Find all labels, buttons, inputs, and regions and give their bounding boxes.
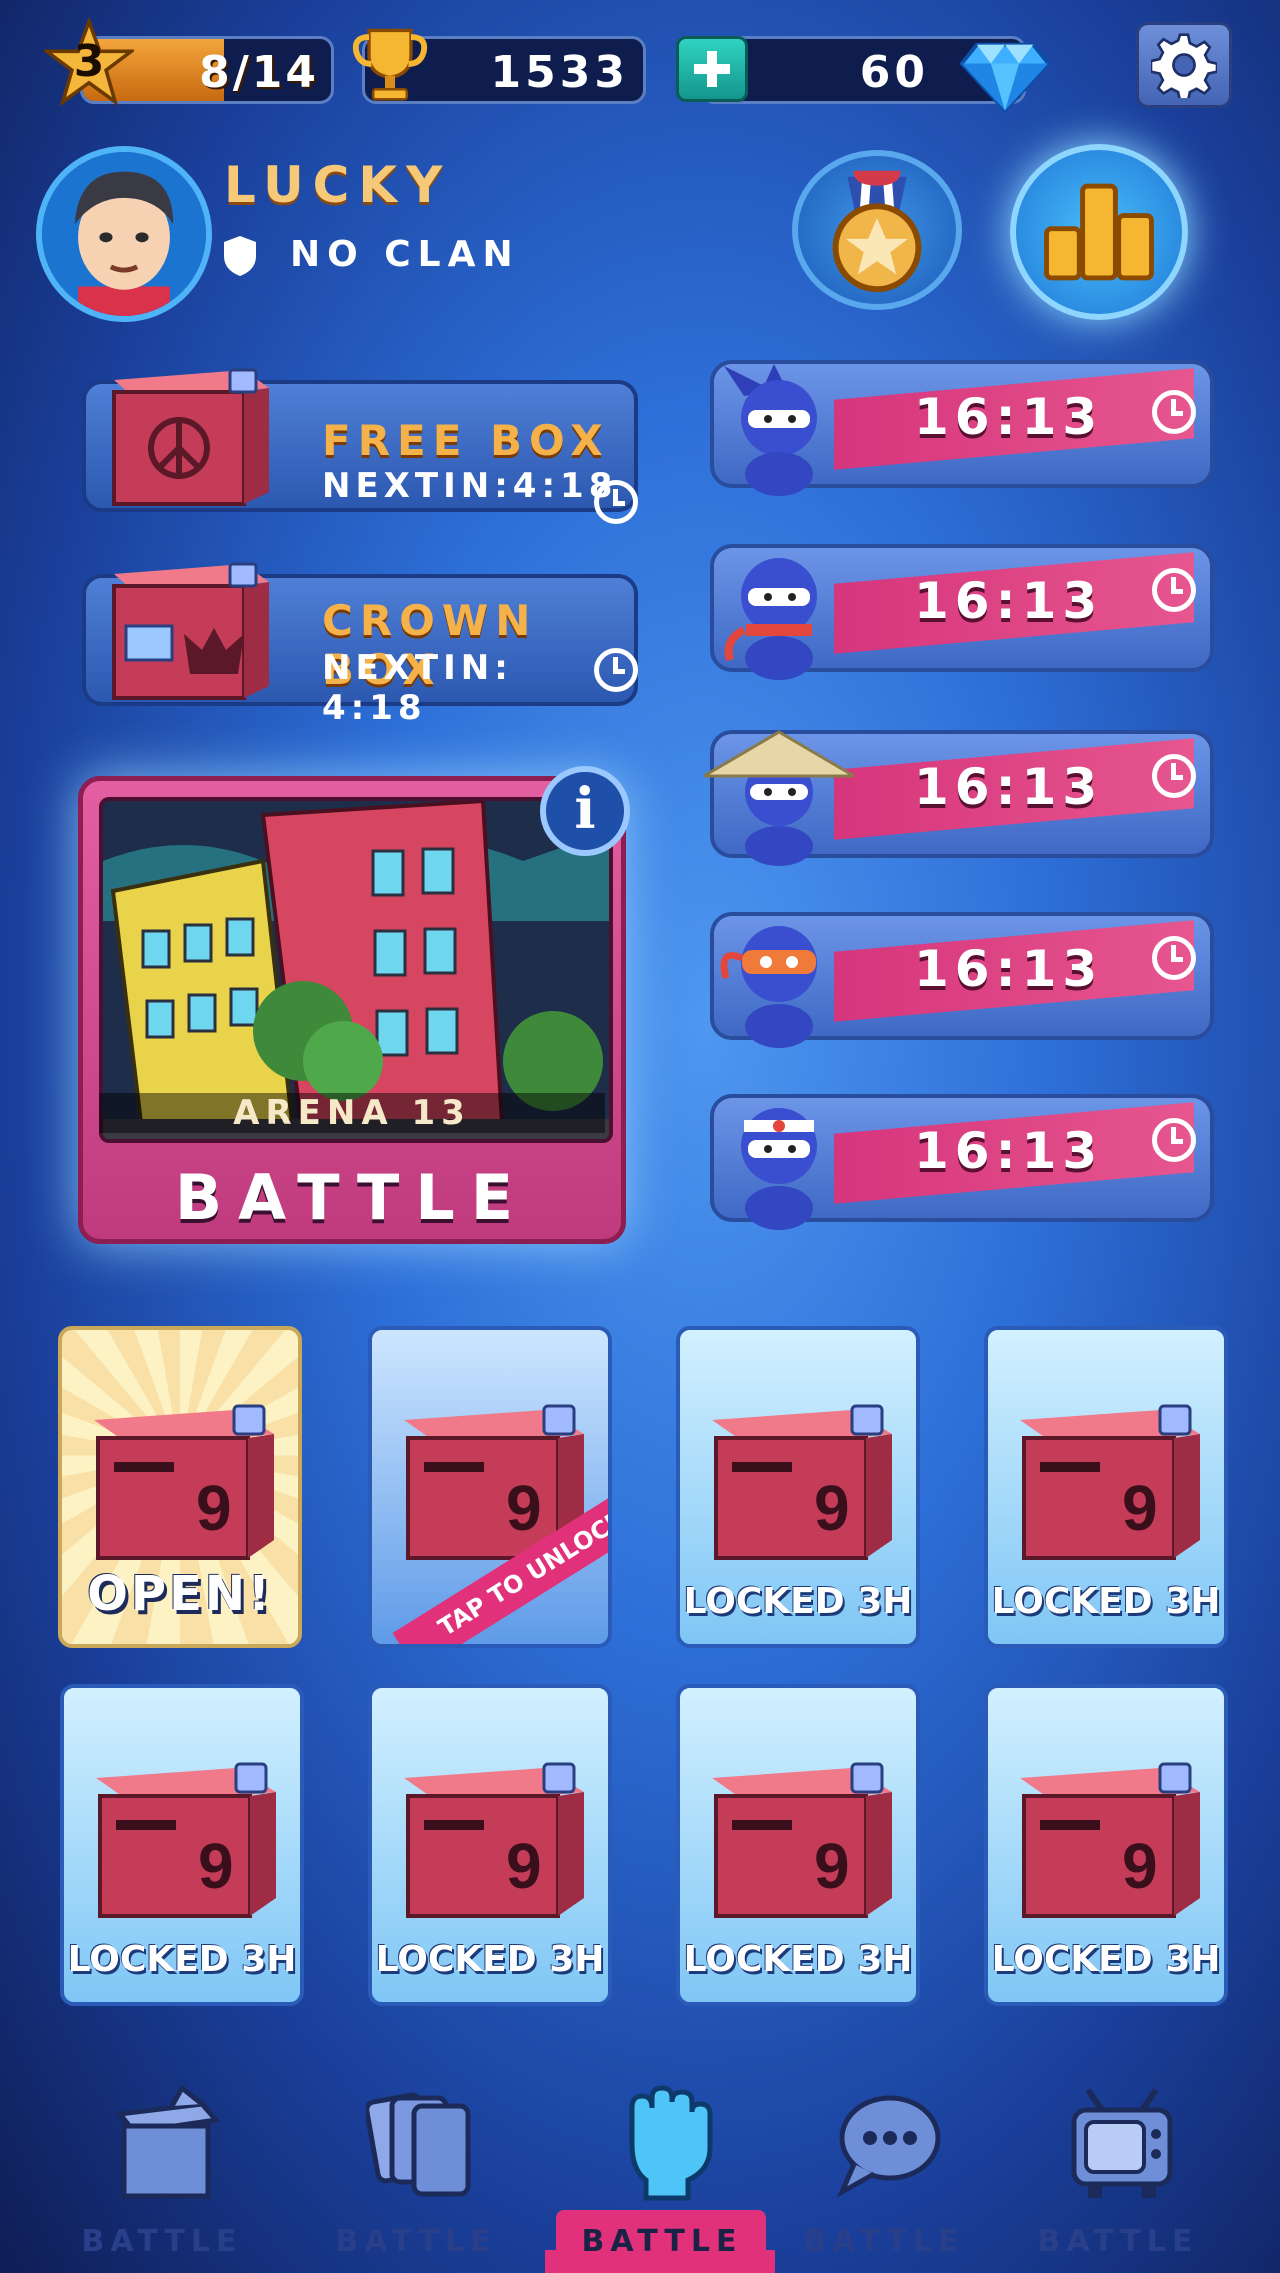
spiky-hair-ninja-icon — [724, 364, 817, 496]
chest-label: LOCKED 3H — [991, 1581, 1221, 1622]
clock-icon — [594, 648, 638, 692]
chest-crate-icon: 9 — [96, 1762, 276, 1918]
clock-icon — [1152, 936, 1196, 980]
chest-label: LOCKED 3H — [683, 1939, 913, 1980]
chest-slot-locked[interactable]: 9 LOCKED 3H — [368, 1684, 612, 2006]
shield-icon — [222, 234, 258, 278]
free-box-icon — [104, 360, 274, 510]
add-gems-button[interactable] — [676, 36, 748, 102]
chest-label: OPEN! — [87, 1566, 273, 1622]
ninja-timer-4[interactable]: 16:13 — [710, 912, 1214, 1048]
red-scarf-ninja-icon — [724, 558, 817, 680]
crown-box-icon — [104, 554, 274, 704]
settings-button[interactable] — [1136, 22, 1232, 108]
chat-icon — [836, 2095, 941, 2198]
chest-crate-icon: 9 — [712, 1404, 892, 1560]
chest-number: 9 — [196, 1472, 232, 1544]
chest-slot-locked[interactable]: 9 LOCKED 3H — [676, 1684, 920, 2006]
chest-label: LOCKED 3H — [67, 1939, 297, 1980]
chest-number: 9 — [198, 1830, 234, 1902]
chest-label: LOCKED 3H — [683, 1581, 913, 1622]
gem-count: 60 — [859, 47, 929, 98]
nav-tab-chat[interactable]: BATTLE — [794, 2076, 974, 2266]
clock-icon — [1152, 568, 1196, 612]
battle-button-label: BATTLE — [174, 1161, 530, 1234]
podium-icon — [1044, 183, 1154, 281]
box-icon — [115, 2084, 220, 2199]
headband-ninja-icon — [741, 1108, 817, 1230]
chest-number: 9 — [506, 1472, 542, 1544]
chest-slot-open[interactable]: 9 OPEN! — [58, 1326, 302, 1648]
player-name: LUCKY — [224, 156, 452, 214]
clock-icon — [1152, 1118, 1196, 1162]
cards-icon — [366, 2092, 471, 2197]
ninja-timer-3[interactable]: 16:13 — [704, 730, 1214, 866]
xp-text: 8/14 — [199, 47, 319, 98]
arena-battle-card[interactable]: ARENA 13 BATTLE — [78, 776, 626, 1244]
ninja-timer-1[interactable]: 16:13 — [710, 360, 1214, 496]
gear-icon — [1149, 33, 1219, 102]
timer-text: 16:13 — [914, 758, 1104, 816]
chest-label: LOCKED 3H — [991, 1939, 1221, 1980]
trophy-icon — [348, 22, 432, 106]
ninja-timer-5[interactable]: 16:13 — [710, 1094, 1214, 1230]
clan-status: NO CLAN — [290, 234, 520, 275]
chest-slot-locked[interactable]: 9 LOCKED 3H — [984, 1684, 1228, 2006]
trophy-count: 1533 — [490, 47, 629, 98]
avatar[interactable] — [36, 146, 212, 322]
crown-box-next: NEXTIN: 4:18 — [322, 648, 513, 728]
chest-slot-tap-to-unlock[interactable]: 9 TAP TO UNLOCK — [368, 1326, 612, 1648]
chest-number: 9 — [814, 1830, 850, 1902]
clock-icon — [594, 480, 638, 524]
free-box-title: FREE BOX — [322, 416, 610, 465]
chest-slot-locked[interactable]: 9 LOCKED 3H — [676, 1326, 920, 1648]
arena-image — [99, 797, 613, 1143]
chest-number: 9 — [1122, 1830, 1158, 1902]
nav-label: BATTLE — [335, 2224, 497, 2259]
info-button[interactable]: i — [540, 766, 630, 856]
chest-crate-icon: 9 — [1020, 1404, 1200, 1560]
nav-tab-tv[interactable]: BATTLE — [1028, 2076, 1208, 2266]
diamond-icon — [958, 24, 1052, 118]
nav-tab-shop[interactable]: BATTLE — [72, 2076, 252, 2266]
chest-slot-locked[interactable]: 9 LOCKED 3H — [984, 1326, 1228, 1648]
orange-band-ninja-icon — [720, 926, 817, 1048]
nav-label: BATTLE — [81, 2224, 243, 2259]
tv-icon — [1071, 2088, 1173, 2198]
timer-text: 16:13 — [914, 940, 1104, 998]
chest-number: 9 — [1122, 1472, 1158, 1544]
free-box-next: NEXTIN:4:18 — [322, 466, 618, 506]
medal-icon — [832, 170, 922, 293]
chest-crate-icon: 9 — [404, 1762, 584, 1918]
leaderboard-button[interactable] — [1010, 144, 1188, 320]
timer-text: 16:13 — [914, 1122, 1104, 1180]
clock-icon — [1152, 754, 1196, 798]
timer-text: 16:13 — [914, 572, 1104, 630]
chest-slot-locked[interactable]: 9 LOCKED 3H — [60, 1684, 304, 2006]
ninja-timer-2[interactable]: 16:13 — [710, 544, 1214, 680]
level-number: 3 — [73, 36, 105, 87]
nav-tab-cards[interactable]: BATTLE — [326, 2076, 506, 2266]
clock-icon — [1152, 390, 1196, 434]
nav-label: BATTLE — [803, 2224, 965, 2259]
straw-hat-ninja-icon — [704, 730, 854, 866]
nav-label: BATTLE — [581, 2224, 743, 2259]
fist-icon — [629, 2085, 713, 2201]
nav-tab-battle[interactable]: BATTLE — [572, 2076, 752, 2266]
medal-button[interactable] — [792, 150, 962, 310]
chest-crate-icon: 9 — [94, 1404, 274, 1560]
chest-crate-icon: 9 — [1020, 1762, 1200, 1918]
arena-name: ARENA 13 — [99, 1093, 605, 1133]
chest-number: 9 — [814, 1472, 850, 1544]
chest-crate-icon: 9 — [712, 1762, 892, 1918]
chest-label: LOCKED 3H — [375, 1939, 605, 1980]
nav-label: BATTLE — [1037, 2224, 1199, 2259]
timer-text: 16:13 — [914, 388, 1104, 446]
chest-number: 9 — [506, 1830, 542, 1902]
